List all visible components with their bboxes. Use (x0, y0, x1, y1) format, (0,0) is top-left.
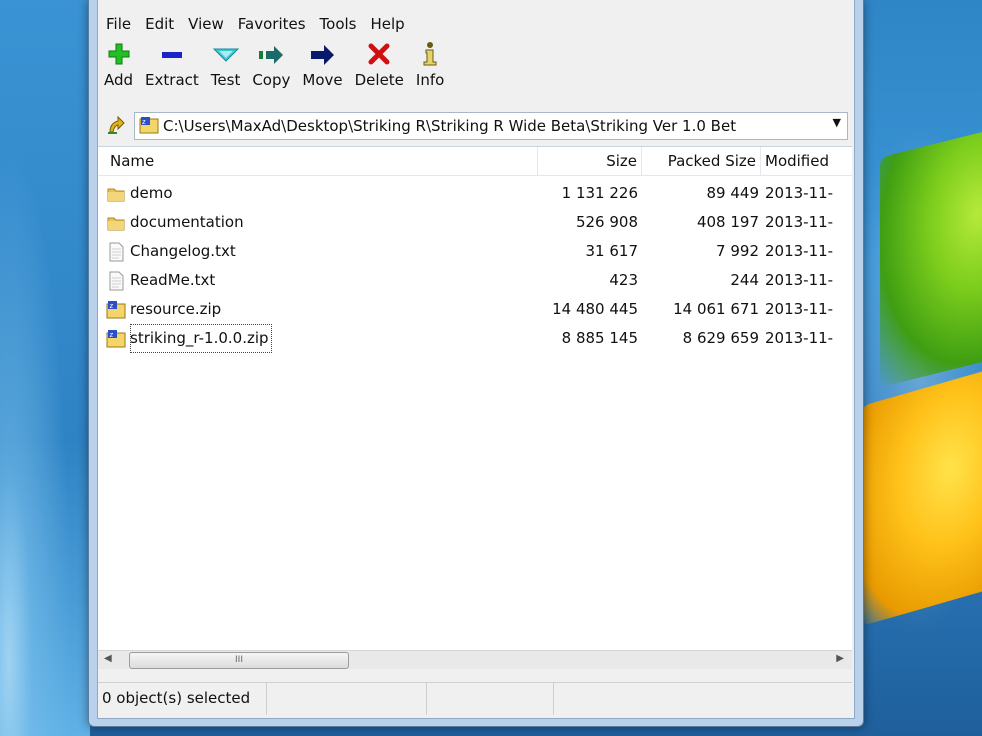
file-modified: 2013-11- (765, 184, 834, 202)
file-modified: 2013-11- (765, 242, 834, 260)
delete-label: Delete (354, 71, 404, 89)
status-segment (266, 683, 427, 715)
file-packed-size: 14 061 671 (673, 300, 759, 318)
file-name: striking_r-1.0.0.zip (130, 324, 272, 353)
address-path: C:\Users\MaxAd\Desktop\Striking R\Striki… (163, 117, 737, 135)
list-item[interactable]: ReadMe.txt 423 244 2013-11- (98, 266, 852, 295)
plus-icon (107, 40, 131, 68)
file-packed-size: 244 (730, 271, 759, 289)
svg-text:z: z (110, 331, 114, 339)
info-icon (420, 40, 440, 68)
file-size: 1 131 226 (561, 184, 638, 202)
scroll-thumb[interactable]: III (129, 652, 349, 669)
svg-text:z: z (142, 118, 146, 126)
file-name: ReadMe.txt (130, 271, 216, 289)
file-size: 423 (609, 271, 638, 289)
windows-logo-yellow-pane (860, 363, 982, 627)
add-label: Add (104, 71, 134, 89)
file-size: 31 617 (585, 242, 639, 260)
zip-archive-icon: z (106, 300, 126, 320)
file-name: documentation (130, 213, 244, 231)
menu-edit[interactable]: Edit (138, 12, 181, 36)
file-name: resource.zip (130, 300, 222, 318)
text-file-icon (106, 242, 126, 262)
list-item[interactable]: Changelog.txt 31 617 7 992 2013-11- (98, 237, 852, 266)
red-x-icon (367, 40, 391, 68)
text-file-icon (106, 271, 126, 291)
up-folder-icon[interactable] (106, 115, 126, 139)
menu-bar: File Edit View Favorites Tools Help (98, 12, 412, 36)
minus-icon (160, 40, 184, 68)
move-button[interactable]: Move (296, 40, 348, 98)
status-segment (553, 683, 852, 715)
extract-label: Extract (145, 71, 199, 89)
scroll-left-icon[interactable]: ◀ (104, 653, 112, 664)
file-packed-size: 8 629 659 (682, 329, 759, 347)
status-text: 0 object(s) selected (102, 689, 251, 707)
test-button[interactable]: Test (205, 40, 247, 98)
scroll-right-icon[interactable]: ▶ (836, 653, 844, 664)
menu-tools[interactable]: Tools (313, 12, 364, 36)
check-chevron-icon (212, 40, 240, 68)
file-size: 14 480 445 (552, 300, 638, 318)
zip-archive-icon: z (106, 329, 126, 349)
arrow-right-icon (309, 40, 337, 68)
zip-archive-icon: z (139, 116, 159, 138)
file-modified: 2013-11- (765, 213, 834, 231)
list-item[interactable]: z resource.zip 14 480 445 14 061 671 201… (98, 295, 852, 324)
file-name: Changelog.txt (130, 242, 236, 260)
extract-button[interactable]: Extract (139, 40, 205, 98)
toolbar: Add Extract Test Copy Move Delete Info (98, 40, 450, 98)
status-segment-selection: 0 object(s) selected (98, 683, 267, 715)
test-label: Test (210, 71, 241, 89)
svg-text:z: z (110, 302, 114, 310)
delete-button[interactable]: Delete (349, 40, 410, 98)
file-size: 526 908 (575, 213, 638, 231)
file-packed-size: 7 992 (716, 242, 759, 260)
menu-view[interactable]: View (181, 12, 231, 36)
copy-button[interactable]: Copy (246, 40, 296, 98)
file-packed-size: 89 449 (706, 184, 760, 202)
folder-icon (106, 213, 126, 233)
archive-window: File Edit View Favorites Tools Help Add … (88, 0, 864, 727)
file-modified: 2013-11- (765, 329, 834, 347)
folder-icon (106, 184, 126, 204)
address-bar: z C:\Users\MaxAd\Desktop\Striking R\Stri… (98, 110, 854, 140)
desktop-background-left (0, 0, 90, 736)
file-list: Name Size Packed Size Modified demo 1 13… (98, 146, 852, 655)
list-item[interactable]: z striking_r-1.0.0.zip 8 885 145 8 629 6… (98, 324, 852, 353)
add-button[interactable]: Add (98, 40, 139, 98)
windows-logo-green-pane (880, 122, 982, 388)
list-item[interactable]: documentation 526 908 408 197 2013-11- (98, 208, 852, 237)
horizontal-scrollbar[interactable]: ◀ III ▶ (98, 650, 852, 669)
info-label: Info (415, 71, 445, 89)
file-size: 8 885 145 (561, 329, 638, 347)
menu-help[interactable]: Help (364, 12, 412, 36)
column-name[interactable]: Name (98, 147, 538, 175)
file-modified: 2013-11- (765, 300, 834, 318)
copy-label: Copy (252, 71, 291, 89)
list-header: Name Size Packed Size Modified (98, 147, 852, 176)
menu-file[interactable]: File (98, 12, 138, 36)
column-size[interactable]: Size (538, 147, 642, 175)
chevron-down-icon[interactable]: ▼ (833, 116, 841, 129)
column-modified[interactable]: Modified (761, 147, 852, 175)
list-item[interactable]: demo 1 131 226 89 449 2013-11- (98, 179, 852, 208)
column-packed-size[interactable]: Packed Size (642, 147, 761, 175)
move-label: Move (302, 71, 343, 89)
file-modified: 2013-11- (765, 271, 834, 289)
window-client-area: File Edit View Favorites Tools Help Add … (97, 0, 855, 719)
info-button[interactable]: Info (410, 40, 450, 98)
double-arrow-icon (257, 40, 285, 68)
file-packed-size: 408 197 (696, 213, 759, 231)
status-segment (426, 683, 554, 715)
file-name: demo (130, 184, 173, 202)
status-bar: 0 object(s) selected (98, 682, 852, 715)
address-combo[interactable]: z C:\Users\MaxAd\Desktop\Striking R\Stri… (134, 112, 848, 140)
menu-favorites[interactable]: Favorites (231, 12, 313, 36)
